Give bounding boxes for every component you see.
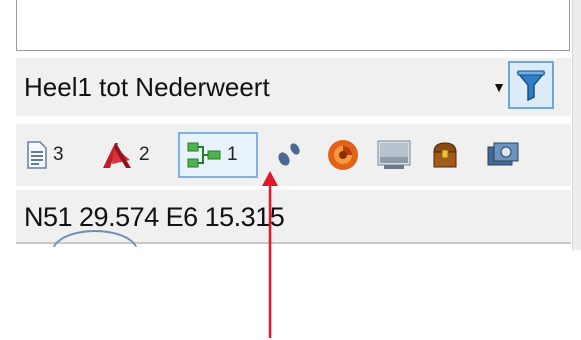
toolbar-item-photos[interactable] <box>486 132 522 178</box>
route-dropdown-value: Heel1 tot Nederweert <box>24 71 270 102</box>
toolbar-item-document[interactable]: 3 <box>26 132 64 178</box>
footprints-icon <box>278 143 300 166</box>
route-filter-row: Heel1 tot Nederweert ▼ <box>16 58 571 116</box>
filter-button[interactable] <box>508 61 554 109</box>
orange-sphere-icon <box>328 140 358 170</box>
red-flag-waypoint-icon <box>103 143 131 168</box>
toolbar-item-waypoints[interactable]: 2 <box>100 132 150 178</box>
scroll-rail[interactable] <box>572 0 581 250</box>
top-panel <box>16 0 570 51</box>
route-dropdown[interactable]: Heel1 tot Nederweert ▼ <box>24 66 508 108</box>
green-route-icon <box>187 142 221 168</box>
document-list-icon <box>27 141 47 169</box>
toolbar-item-map[interactable] <box>376 132 412 178</box>
waypoints-count: 2 <box>139 144 150 165</box>
document-count: 3 <box>53 144 64 165</box>
red-annotation-arrow-icon <box>262 171 278 338</box>
funnel-filter-icon <box>516 70 546 101</box>
treasure-chest-icon <box>433 142 457 168</box>
toolbar-item-routes[interactable]: 1 <box>178 132 258 178</box>
map-dial-edge <box>52 230 138 247</box>
dropdown-arrow-icon[interactable]: ▼ <box>492 79 506 95</box>
routes-count: 1 <box>227 144 238 165</box>
map-image-icon <box>377 140 411 169</box>
photo-camera-icon <box>487 142 519 166</box>
toolbar-item-treasure[interactable] <box>430 132 460 178</box>
toolbar: 3 2 1 <box>16 124 571 186</box>
gps-coordinates: N51 29.574 E6 15.315 <box>24 202 285 232</box>
toolbar-item-geocache[interactable] <box>326 132 360 178</box>
